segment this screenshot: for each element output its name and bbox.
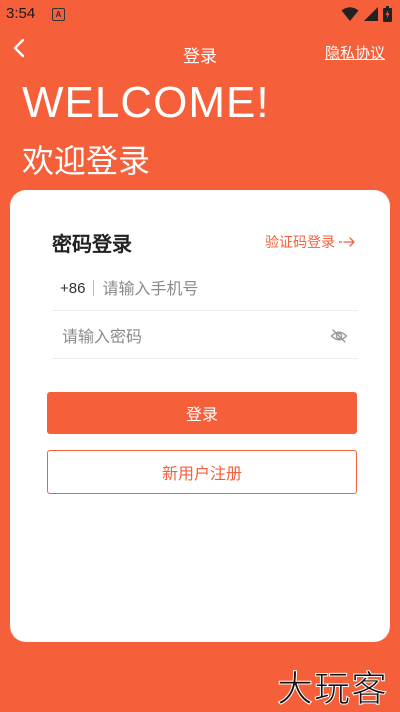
phone-field-row: +86 xyxy=(52,266,358,311)
notification-icon: A xyxy=(52,8,65,21)
eye-off-icon xyxy=(330,329,348,343)
status-icons xyxy=(341,5,392,23)
status-bar: 3:54 A xyxy=(0,0,400,28)
sms-login-link[interactable]: 验证码登录 xyxy=(265,232,356,252)
country-code[interactable]: +86 xyxy=(60,280,85,297)
login-card: 密码登录 验证码登录 +86 登录 新用户注册 xyxy=(10,190,390,642)
sms-login-label: 验证码登录 xyxy=(265,235,335,251)
wifi-icon xyxy=(341,7,359,21)
privacy-policy-link[interactable]: 隐私协议 xyxy=(325,42,385,63)
password-login-title: 密码登录 xyxy=(52,232,132,256)
battery-icon xyxy=(383,6,392,22)
app-bar: 登录 隐私协议 xyxy=(0,30,400,74)
password-field-row xyxy=(52,314,358,359)
password-input[interactable] xyxy=(62,326,328,346)
status-time: 3:54 xyxy=(6,5,36,22)
welcome-heading: WELCOME! xyxy=(22,78,270,127)
cellular-signal-icon xyxy=(364,7,378,21)
register-button[interactable]: 新用户注册 xyxy=(47,450,357,494)
phone-input[interactable] xyxy=(102,278,358,298)
toggle-password-visibility[interactable] xyxy=(328,325,350,347)
welcome-subtitle: 欢迎登录 xyxy=(22,142,151,180)
field-divider xyxy=(93,280,95,296)
login-button[interactable]: 登录 xyxy=(47,392,357,434)
watermark-logo: 大玩客 xyxy=(276,669,388,711)
arrow-right-icon xyxy=(339,237,355,247)
